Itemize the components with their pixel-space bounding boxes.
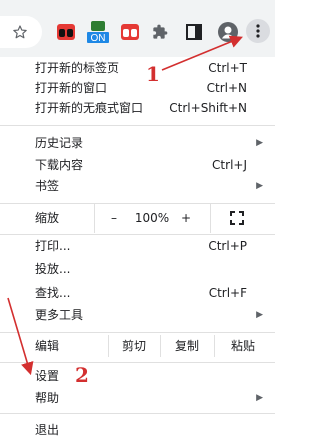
annotation-arrow-1 bbox=[161, 35, 243, 71]
annotation-overlay bbox=[7, 35, 243, 376]
annotation-step-1: 1 bbox=[146, 62, 160, 86]
annotation-arrow-2 bbox=[7, 297, 34, 376]
annotation-step-2: 2 bbox=[75, 363, 89, 387]
